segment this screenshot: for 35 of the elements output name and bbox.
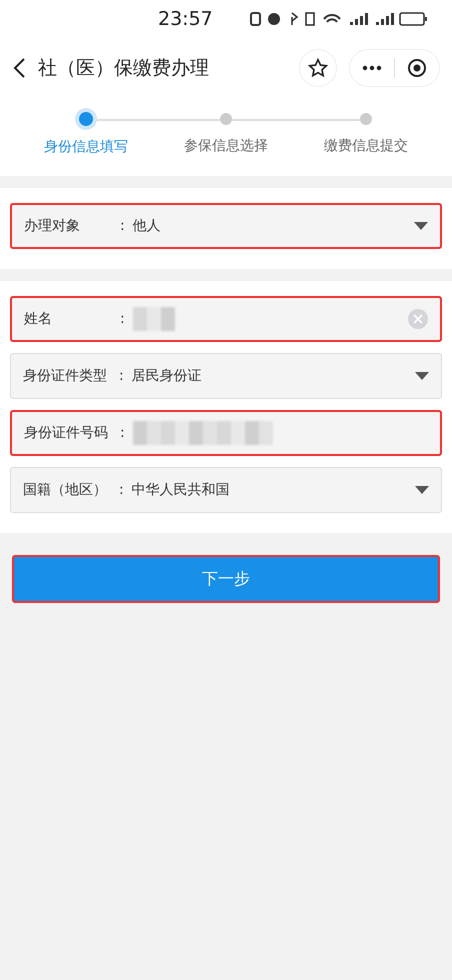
more-icon[interactable]	[362, 65, 382, 71]
step-label[interactable]: 身份信息填写	[44, 138, 128, 156]
field-value: 居民身份证	[132, 367, 203, 385]
field-colon: :	[120, 311, 125, 327]
step-label[interactable]: 缴费信息提交	[324, 137, 408, 155]
field-label: 身份证件类型	[23, 367, 108, 385]
field-colon: :	[119, 482, 124, 498]
page-title: 社（医）保缴费办理	[38, 56, 210, 81]
signal-icon	[350, 13, 368, 25]
battery-icon	[399, 12, 427, 26]
field-label: 办理对象	[24, 217, 81, 235]
back-icon[interactable]	[12, 57, 26, 79]
select-field[interactable]: 办理对象 : 他人	[10, 203, 442, 249]
status-time: 23:57	[158, 8, 213, 30]
field-colon: :	[120, 218, 125, 234]
favorite-button[interactable]	[299, 49, 337, 87]
signal-icon	[376, 13, 394, 25]
field-label: 身份证件号码	[24, 424, 109, 442]
step-label[interactable]: 参保信息选择	[184, 137, 268, 155]
select-field[interactable]: 国籍（地区） : 中华人民共和国	[10, 467, 442, 513]
field-colon: :	[120, 425, 125, 441]
dropdown-caret-icon[interactable]	[415, 372, 429, 380]
wifi-icon	[323, 14, 341, 23]
dropdown-caret-icon[interactable]	[415, 486, 429, 494]
input-field[interactable]: 姓名 :	[10, 296, 442, 342]
close-mini-program-icon[interactable]	[407, 58, 427, 78]
field-value: 他人	[132, 217, 162, 235]
field-value: 中华人民共和国	[132, 481, 231, 499]
field-label: 国籍（地区）	[23, 481, 108, 499]
input-field[interactable]: 身份证件号码 :	[10, 410, 442, 456]
field-label: 姓名	[24, 310, 53, 328]
star-icon	[308, 58, 328, 78]
field-colon: :	[119, 368, 124, 384]
dropdown-caret-icon[interactable]	[414, 222, 428, 230]
select-field[interactable]: 身份证件类型 : 居民身份证	[10, 353, 442, 399]
